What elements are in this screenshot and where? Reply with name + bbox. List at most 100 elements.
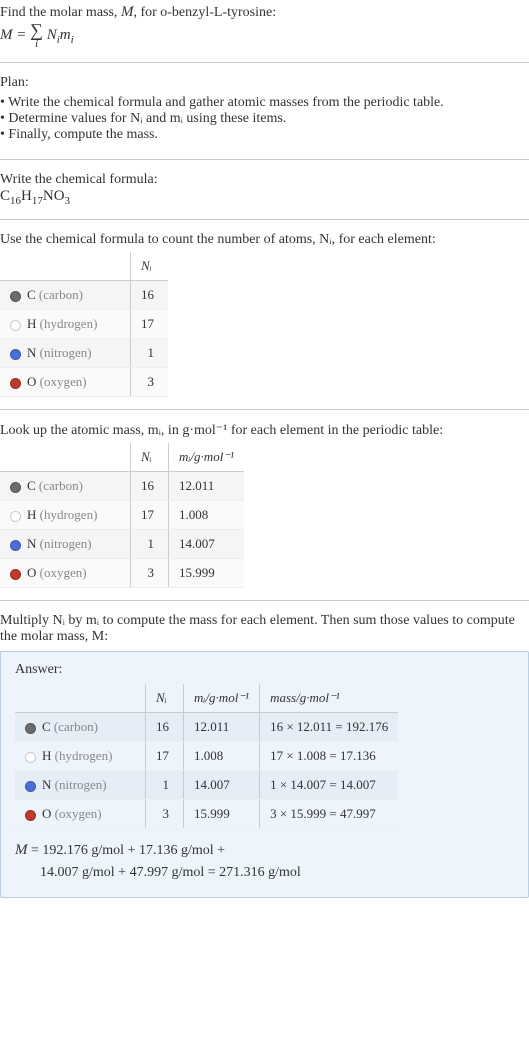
final-molar-mass: M = 192.176 g/mol + 17.136 g/mol + 14.00… bbox=[15, 839, 514, 883]
element-dot-icon bbox=[10, 569, 21, 580]
cell-mass: 3 × 15.999 = 47.997 bbox=[260, 800, 399, 829]
element-dot-icon bbox=[25, 752, 36, 763]
plan-section: Plan: Write the chemical formula and gat… bbox=[0, 71, 529, 151]
divider bbox=[0, 409, 529, 410]
cell-m: 15.999 bbox=[184, 800, 260, 829]
cell-m: 12.011 bbox=[169, 472, 245, 501]
element-name: (hydrogen) bbox=[40, 316, 98, 331]
intro-section: Find the molar mass, M, for o-benzyl-L-t… bbox=[0, 0, 529, 54]
cell-element: N (nitrogen) bbox=[15, 771, 146, 800]
multiply-section: Multiply Nᵢ by mᵢ to compute the mass fo… bbox=[0, 609, 529, 902]
cell-element: O (oxygen) bbox=[15, 800, 146, 829]
element-symbol: H bbox=[27, 316, 36, 331]
cell-n: 17 bbox=[131, 501, 169, 530]
cell-n: 1 bbox=[131, 339, 169, 368]
write-formula-title: Write the chemical formula: bbox=[0, 172, 529, 188]
element-symbol: C bbox=[27, 287, 36, 302]
cell-n: 3 bbox=[131, 368, 169, 397]
element-dot-icon bbox=[10, 291, 21, 302]
cell-element: H (hydrogen) bbox=[15, 742, 146, 771]
element-symbol: O bbox=[27, 565, 36, 580]
cell-n: 1 bbox=[131, 530, 169, 559]
cell-element: C (carbon) bbox=[0, 281, 131, 310]
col-m: mᵢ/g·mol⁻¹ bbox=[169, 443, 245, 472]
table-row: H (hydrogen) 17 bbox=[0, 310, 168, 339]
table-row: O (oxygen)3 bbox=[0, 368, 168, 397]
intro-line: Find the molar mass, M, for o-benzyl-L-t… bbox=[0, 4, 529, 21]
element-dot-icon bbox=[10, 320, 21, 331]
col-n: Nᵢ bbox=[131, 252, 169, 281]
cell-element: O (oxygen) bbox=[0, 559, 131, 588]
sigma-icon: ∑i bbox=[30, 21, 43, 50]
element-dot-icon bbox=[25, 781, 36, 792]
table-row: N (nitrogen)114.0071 × 14.007 = 14.007 bbox=[15, 771, 398, 800]
cell-element: N (nitrogen) bbox=[0, 530, 131, 559]
element-dot-icon bbox=[10, 349, 21, 360]
element-dot-icon bbox=[25, 723, 36, 734]
col-mass: mass/g·mol⁻¹ bbox=[260, 684, 399, 713]
answer-title: Answer: bbox=[15, 662, 514, 678]
lookup-mass-title: Look up the atomic mass, mᵢ, in g·mol⁻¹ … bbox=[0, 422, 529, 439]
cell-n: 3 bbox=[131, 559, 169, 588]
molar-mass-formula: M = ∑i Nimi bbox=[0, 21, 529, 50]
col-blank bbox=[0, 443, 131, 472]
cell-mass: 16 × 12.011 = 192.176 bbox=[260, 713, 399, 742]
divider bbox=[0, 600, 529, 601]
element-name: (carbon) bbox=[39, 287, 83, 302]
col-n: Nᵢ bbox=[131, 443, 169, 472]
element-name: (hydrogen) bbox=[40, 507, 98, 522]
col-m: mᵢ/g·mol⁻¹ bbox=[184, 684, 260, 713]
element-symbol: N bbox=[42, 777, 51, 792]
element-symbol: O bbox=[27, 374, 36, 389]
element-name: (carbon) bbox=[39, 478, 83, 493]
element-name: (oxygen) bbox=[40, 565, 87, 580]
divider bbox=[0, 62, 529, 63]
col-n: Nᵢ bbox=[146, 684, 184, 713]
table-row: C (carbon)1612.011 bbox=[0, 472, 244, 501]
table-row: O (oxygen)315.9993 × 15.999 = 47.997 bbox=[15, 800, 398, 829]
count-atoms-title: Use the chemical formula to count the nu… bbox=[0, 232, 529, 248]
element-name: (hydrogen) bbox=[55, 748, 113, 763]
answer-table: Nᵢ mᵢ/g·mol⁻¹ mass/g·mol⁻¹ C (carbon)161… bbox=[15, 684, 398, 829]
element-dot-icon bbox=[10, 378, 21, 389]
table-row: C (carbon)1612.01116 × 12.011 = 192.176 bbox=[15, 713, 398, 742]
element-symbol: N bbox=[27, 345, 36, 360]
cell-element: O (oxygen) bbox=[0, 368, 131, 397]
element-symbol: C bbox=[27, 478, 36, 493]
cell-n: 3 bbox=[146, 800, 184, 829]
cell-element: N (nitrogen) bbox=[0, 339, 131, 368]
cell-n: 17 bbox=[131, 310, 169, 339]
cell-n: 1 bbox=[146, 771, 184, 800]
cell-element: H (hydrogen) bbox=[0, 501, 131, 530]
plan-item: Finally, compute the mass. bbox=[0, 127, 529, 143]
table-row: H (hydrogen)171.008 bbox=[0, 501, 244, 530]
cell-m: 1.008 bbox=[184, 742, 260, 771]
table-row: O (oxygen)315.999 bbox=[0, 559, 244, 588]
element-name: (nitrogen) bbox=[40, 536, 92, 551]
element-dot-icon bbox=[10, 540, 21, 551]
answer-box: Answer: Nᵢ mᵢ/g·mol⁻¹ mass/g·mol⁻¹ C (ca… bbox=[0, 651, 529, 898]
table-row: N (nitrogen)114.007 bbox=[0, 530, 244, 559]
count-atoms-section: Use the chemical formula to count the nu… bbox=[0, 228, 529, 401]
cell-mass: 17 × 1.008 = 17.136 bbox=[260, 742, 399, 771]
element-symbol: H bbox=[42, 748, 51, 763]
col-blank bbox=[0, 252, 131, 281]
cell-n: 17 bbox=[146, 742, 184, 771]
cell-m: 14.007 bbox=[169, 530, 245, 559]
count-atoms-table: Nᵢ C (carbon)16H (hydrogen)17N (nitrogen… bbox=[0, 252, 168, 397]
plan-list: Write the chemical formula and gather at… bbox=[0, 95, 529, 143]
lookup-mass-table: Nᵢ mᵢ/g·mol⁻¹ C (carbon)1612.011H (hydro… bbox=[0, 443, 244, 588]
lookup-mass-section: Look up the atomic mass, mᵢ, in g·mol⁻¹ … bbox=[0, 418, 529, 592]
multiply-title: Multiply Nᵢ by mᵢ to compute the mass fo… bbox=[0, 613, 529, 645]
cell-m: 1.008 bbox=[169, 501, 245, 530]
divider bbox=[0, 219, 529, 220]
element-dot-icon bbox=[10, 482, 21, 493]
element-symbol: O bbox=[42, 806, 51, 821]
cell-m: 15.999 bbox=[169, 559, 245, 588]
element-name: (nitrogen) bbox=[40, 345, 92, 360]
element-name: (oxygen) bbox=[55, 806, 102, 821]
element-name: (nitrogen) bbox=[55, 777, 107, 792]
table-row: N (nitrogen)1 bbox=[0, 339, 168, 368]
cell-element: C (carbon) bbox=[15, 713, 146, 742]
col-blank bbox=[15, 684, 146, 713]
